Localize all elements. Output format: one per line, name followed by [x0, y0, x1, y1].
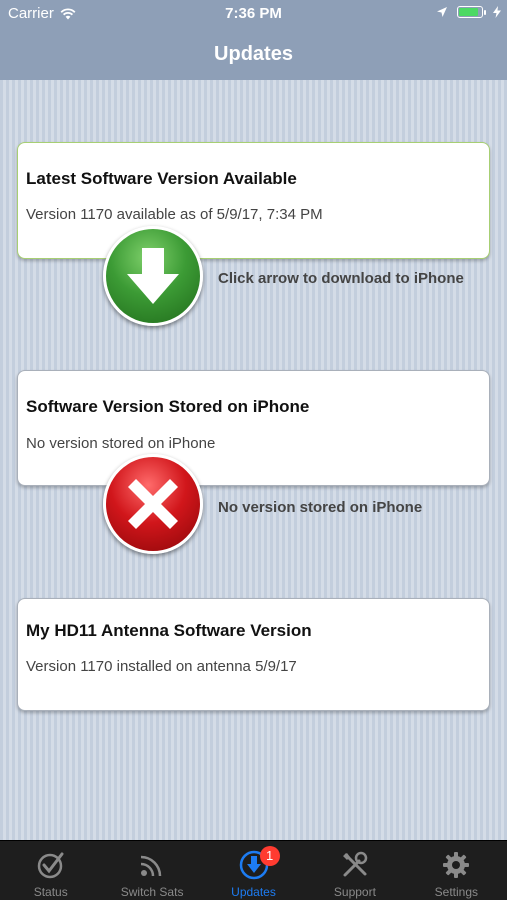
antenna-version-card: My HD11 Antenna Software Version Version…	[17, 598, 490, 711]
battery-level	[459, 8, 478, 16]
tab-status[interactable]: Status	[0, 841, 101, 900]
no-version-indicator	[103, 454, 203, 554]
status-right	[437, 6, 501, 18]
download-arrow-icon	[127, 248, 179, 304]
stored-version-title: Software Version Stored on iPhone	[26, 397, 310, 416]
tab-bar: Status Switch Sats 1 Updates Support Set…	[0, 840, 507, 900]
tab-support-label: Support	[333, 885, 376, 899]
antenna-version-title: My HD11 Antenna Software Version	[26, 621, 312, 640]
tab-support[interactable]: Support	[304, 841, 405, 900]
battery-icon	[457, 6, 486, 18]
status-bar: Carrier 7:36 PM	[0, 0, 507, 28]
stored-version-subtitle: No version stored on iPhone	[26, 435, 216, 452]
stored-caption: No version stored on iPhone	[218, 499, 423, 516]
tab-settings-label: Settings	[434, 885, 478, 899]
updates-badge: 1	[259, 846, 280, 866]
tab-switch-sats-label: Switch Sats	[120, 885, 184, 899]
updates-content: Latest Software Version Available Versio…	[0, 80, 507, 840]
tab-settings[interactable]: Settings	[406, 841, 507, 900]
status-time: 7:36 PM	[225, 5, 282, 22]
page-title: Updates	[214, 42, 293, 65]
tab-updates-label: Updates	[231, 885, 276, 899]
charging-bolt-icon	[493, 6, 501, 18]
latest-version-subtitle: Version 1170 available as of 5/9/17, 7:3…	[26, 206, 323, 223]
checkmark-icon	[37, 852, 64, 879]
stored-version-card: Software Version Stored on iPhone No ver…	[17, 370, 490, 486]
location-arrow-icon	[437, 7, 447, 17]
tab-switch-sats[interactable]: Switch Sats	[101, 841, 202, 900]
latest-version-card: Latest Software Version Available Versio…	[17, 142, 490, 259]
tab-status-label: Status	[33, 885, 68, 899]
download-caption: Click arrow to download to iPhone	[218, 270, 464, 287]
x-mark-icon	[128, 479, 178, 529]
gear-icon	[443, 852, 470, 878]
download-button[interactable]	[103, 226, 203, 326]
navigation-bar: Updates	[0, 28, 507, 80]
antenna-version-subtitle: Version 1170 installed on antenna 5/9/17	[26, 658, 297, 675]
satellite-signal-icon	[140, 855, 162, 877]
tab-updates[interactable]: 1 Updates	[203, 841, 304, 900]
tools-icon	[342, 851, 368, 877]
latest-version-title: Latest Software Version Available	[26, 169, 297, 188]
